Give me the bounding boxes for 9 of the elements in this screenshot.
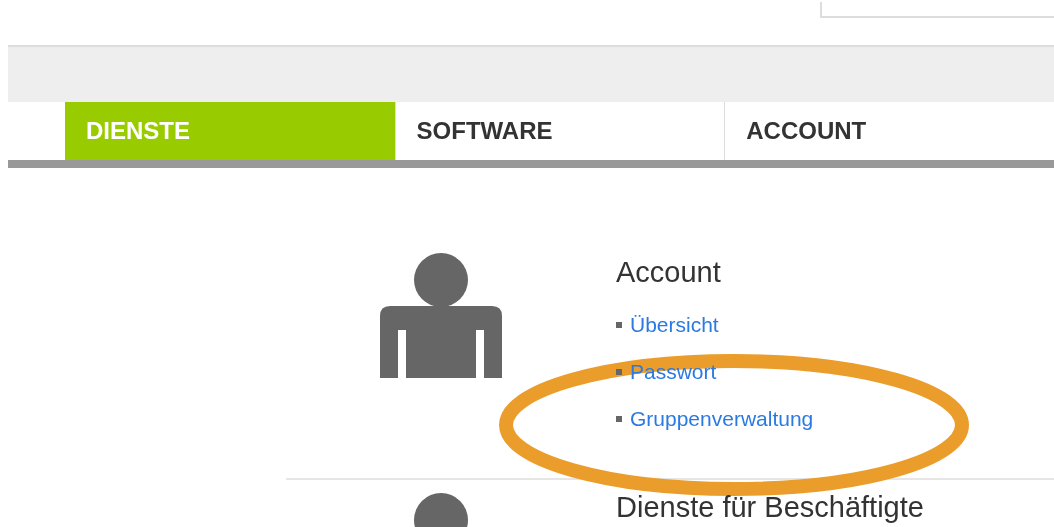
bullet-icon (616, 321, 622, 328)
person-icon (380, 252, 502, 378)
input-field[interactable] (820, 2, 1054, 18)
link[interactable]: Gruppenverwaltung (630, 406, 814, 431)
section-title: Account (616, 256, 722, 289)
link[interactable]: Übersicht (630, 312, 719, 337)
bullet-icon (616, 368, 622, 375)
section-title: Dienste für Beschäftigte (616, 492, 924, 524)
bullet-icon (616, 415, 622, 422)
